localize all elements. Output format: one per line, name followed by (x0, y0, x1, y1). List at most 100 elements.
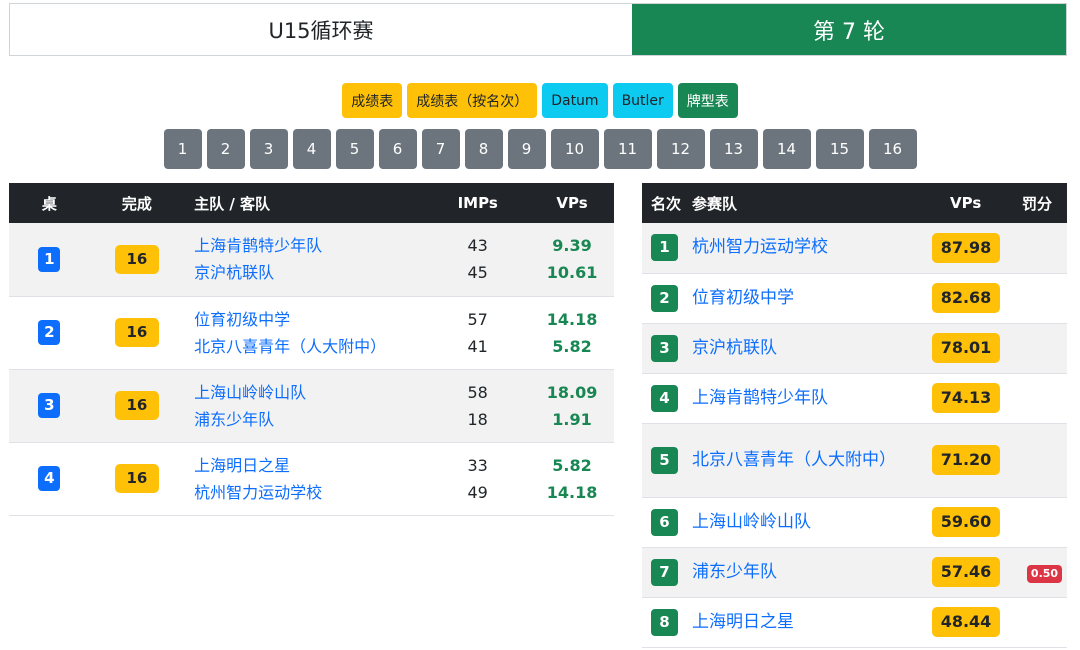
table-number-badge[interactable]: 1 (38, 246, 61, 272)
standing-row: 4 上海肯鹊特少年队 74.13 (642, 373, 1067, 424)
vps-badge: 82.68 (932, 283, 1000, 313)
standing-row: 6 上海山岭岭山队 59.60 (642, 497, 1067, 548)
vps-badge: 57.46 (932, 557, 1000, 587)
match-row: 4 16 上海明日之星 杭州智力运动学校 33 49 5.82 14.18 (9, 442, 614, 516)
round-button-1[interactable]: 1 (163, 129, 202, 169)
round-button-3[interactable]: 3 (249, 129, 288, 169)
hand-records-button[interactable]: 牌型表 (677, 83, 738, 118)
team-link[interactable]: 浦东少年队 (692, 562, 777, 582)
col-team: 参赛队 (692, 183, 932, 223)
matches-table: 桌 完成 主队 / 客队 IMPs VPs 1 16 上海肯鹊特少年队 京沪杭联… (9, 183, 614, 516)
round-button-15[interactable]: 15 (815, 129, 864, 169)
away-imps: 18 (467, 409, 488, 429)
col-vps: VPs (530, 183, 614, 223)
round-button-12[interactable]: 12 (656, 129, 705, 169)
away-vps: 14.18 (546, 482, 598, 502)
butler-button[interactable]: Butler (612, 83, 673, 118)
round-button-6[interactable]: 6 (378, 129, 417, 169)
round-button-2[interactable]: 2 (206, 129, 245, 169)
scoreboard-button[interactable]: 成绩表 (342, 83, 403, 118)
vps-badge: 78.01 (932, 333, 1000, 363)
team-link[interactable]: 京沪杭联队 (692, 338, 777, 358)
away-team-link[interactable]: 浦东少年队 (194, 406, 425, 433)
datum-button[interactable]: Datum (542, 83, 608, 118)
vps-badge: 74.13 (932, 383, 1000, 413)
home-team-link[interactable]: 位育初级中学 (194, 306, 425, 333)
match-row: 3 16 上海山岭岭山队 浦东少年队 58 18 18.09 1.91 (9, 369, 614, 443)
penalty-cell (1022, 497, 1067, 548)
standings-table: 名次 参赛队 VPs 罚分 1 杭州智力运动学校 87.98 2 位育初级中学 … (642, 183, 1067, 648)
home-imps: 57 (467, 309, 488, 329)
round-button-5[interactable]: 5 (335, 129, 374, 169)
standings-header-row: 名次 参赛队 VPs 罚分 (642, 183, 1067, 223)
col-teams: 主队 / 客队 (184, 183, 426, 223)
standing-row: 2 位育初级中学 82.68 (642, 273, 1067, 324)
penalty-cell (1022, 223, 1067, 274)
away-imps: 41 (467, 336, 488, 356)
team-link[interactable]: 上海肯鹊特少年队 (692, 388, 828, 408)
team-link[interactable]: 杭州智力运动学校 (692, 237, 828, 257)
standing-row: 8 上海明日之星 48.44 (642, 597, 1067, 648)
round-button-11[interactable]: 11 (603, 129, 652, 169)
rank-badge: 4 (651, 384, 678, 412)
round-button-10[interactable]: 10 (550, 129, 599, 169)
standing-row: 5 北京八喜青年（人大附中） 71.20 (642, 423, 1067, 498)
round-button-14[interactable]: 14 (762, 129, 811, 169)
standing-row: 1 杭州智力运动学校 87.98 (642, 223, 1067, 274)
round-button-4[interactable]: 4 (292, 129, 331, 169)
rank-badge: 2 (651, 284, 678, 312)
team-link[interactable]: 北京八喜青年（人大附中） (692, 450, 896, 470)
home-team-link[interactable]: 上海山岭岭山队 (194, 379, 425, 406)
rank-badge: 8 (651, 608, 678, 636)
table-number-badge[interactable]: 2 (38, 320, 61, 345)
boards-done-badge: 16 (114, 318, 159, 347)
home-imps: 33 (467, 455, 488, 475)
col-table: 桌 (9, 183, 90, 223)
away-team-link[interactable]: 京沪杭联队 (194, 259, 425, 286)
team-link[interactable]: 位育初级中学 (692, 288, 794, 308)
table-number-badge[interactable]: 3 (38, 393, 61, 418)
away-vps: 1.91 (552, 409, 592, 429)
penalty-badge: 0.50 (1026, 564, 1063, 583)
round-button-8[interactable]: 8 (464, 129, 503, 169)
team-link[interactable]: 上海山岭岭山队 (692, 512, 811, 532)
col-vps: VPs (932, 183, 1022, 223)
col-done: 完成 (89, 183, 185, 223)
event-title: U15循环赛 (10, 4, 632, 55)
home-team-link[interactable]: 上海肯鹊特少年队 (194, 232, 425, 259)
round-button-13[interactable]: 13 (709, 129, 758, 169)
penalty-cell (1022, 423, 1067, 498)
scoreboard-by-rank-button[interactable]: 成绩表（按名次） (407, 83, 538, 118)
rank-badge: 6 (651, 508, 678, 536)
round-title: 第 7 轮 (632, 4, 1066, 55)
table-number-badge[interactable]: 4 (38, 466, 61, 491)
boards-done-badge: 16 (114, 244, 159, 274)
home-vps: 9.39 (552, 236, 592, 256)
home-imps: 58 (467, 382, 488, 402)
round-header: U15循环赛 第 7 轮 (9, 3, 1067, 56)
penalty-cell (1022, 273, 1067, 324)
standing-row: 3 京沪杭联队 78.01 (642, 323, 1067, 374)
team-link[interactable]: 上海明日之星 (692, 612, 794, 632)
rank-badge: 7 (651, 558, 678, 586)
penalty-cell (1022, 373, 1067, 424)
home-vps: 18.09 (546, 382, 598, 402)
round-button-7[interactable]: 7 (421, 129, 460, 169)
col-rank: 名次 (642, 183, 692, 223)
rank-badge: 1 (651, 234, 678, 262)
away-team-link[interactable]: 杭州智力运动学校 (194, 479, 425, 506)
away-team-link[interactable]: 北京八喜青年（人大附中） (194, 333, 425, 360)
matches-header-row: 桌 完成 主队 / 客队 IMPs VPs (9, 183, 614, 223)
match-row: 2 16 位育初级中学 北京八喜青年（人大附中） 57 41 14.18 5.8… (9, 296, 614, 370)
round-selector: 1 2 3 4 5 6 7 8 9 10 11 12 13 14 15 16 (0, 129, 1080, 169)
rank-badge: 5 (651, 446, 678, 474)
away-vps: 5.82 (552, 336, 592, 356)
home-team-link[interactable]: 上海明日之星 (194, 452, 425, 479)
round-button-16[interactable]: 16 (868, 129, 917, 169)
rank-badge: 3 (651, 334, 678, 362)
away-vps: 10.61 (546, 263, 598, 283)
away-imps: 49 (467, 482, 488, 502)
vps-badge: 87.98 (932, 232, 1000, 263)
report-buttons: 成绩表 成绩表（按名次） Datum Butler 牌型表 (0, 83, 1080, 118)
round-button-9[interactable]: 9 (507, 129, 546, 169)
